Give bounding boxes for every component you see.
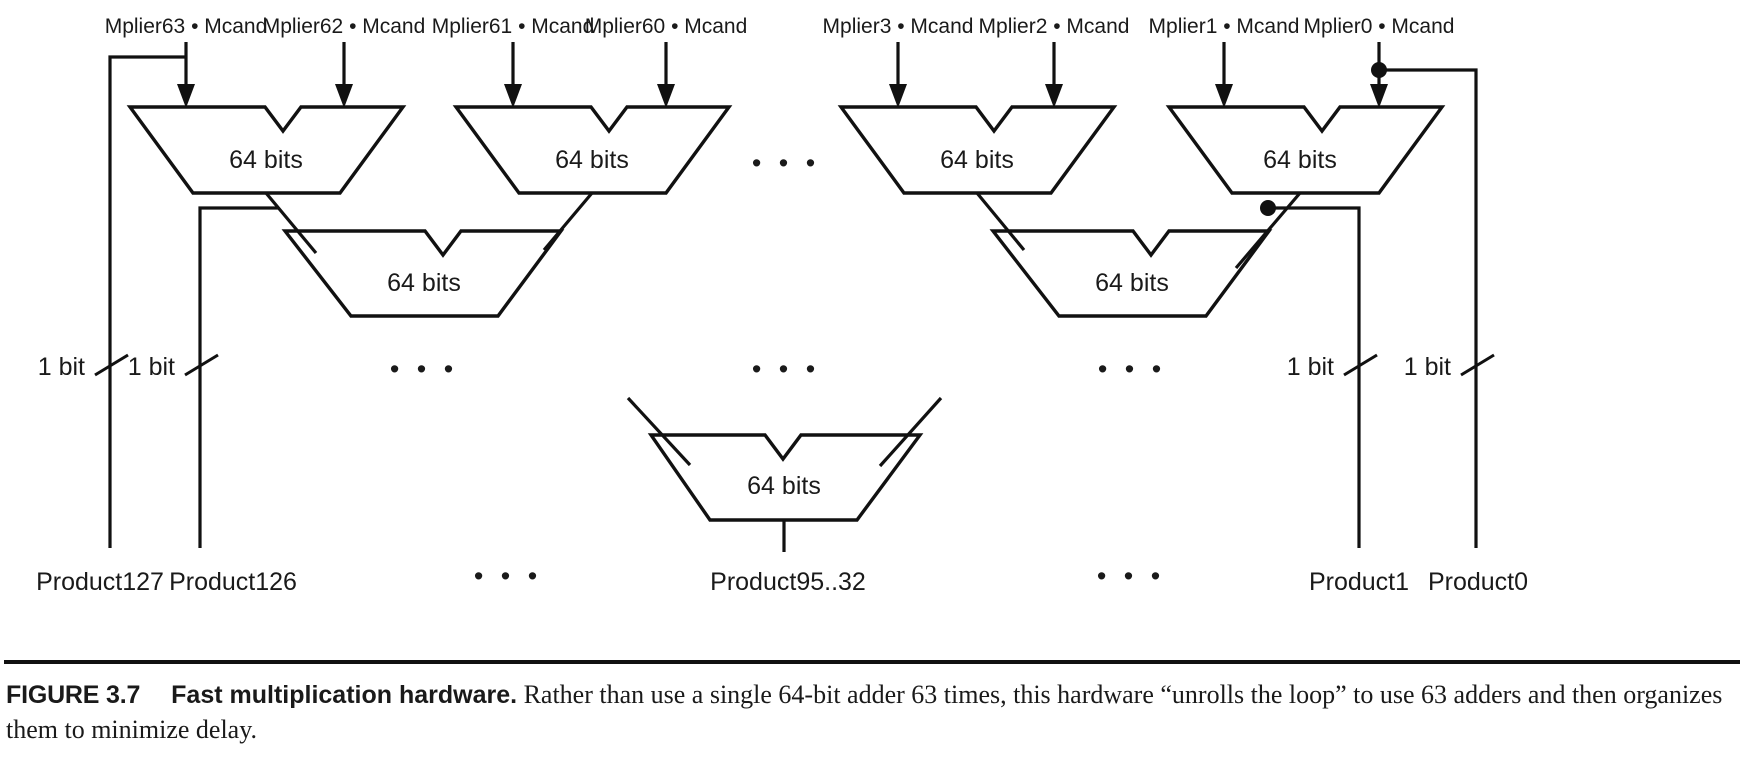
ellipsis-mid-right: • • • — [1098, 354, 1166, 384]
fast-multiplication-diagram: Mplier63 • Mcand Mplier62 • Mcand Mplier… — [36, 15, 1528, 596]
input-arrow-mplier62 — [335, 42, 353, 108]
input-label-mplier1: Mplier1 • Mcand — [1149, 15, 1300, 38]
adder-l3-label: 64 bits — [747, 472, 821, 500]
adder-l2-a[interactable]: 64 bits — [281, 229, 565, 318]
output-label-product95-32: Product95..32 — [710, 568, 866, 596]
junction-dot-adder-l1-d-out — [1260, 200, 1276, 216]
input-arrow-mplier63 — [177, 42, 195, 108]
adder-l1-d-label: 64 bits — [1263, 146, 1337, 174]
output-label-product0: Product0 — [1428, 568, 1528, 596]
ellipsis-bottom-left: • • • — [474, 561, 542, 591]
input-label-mplier61: Mplier61 • Mcand — [432, 15, 595, 38]
adder-l1-c-label: 64 bits — [940, 146, 1014, 174]
input-label-mplier62: Mplier62 • Mcand — [263, 15, 426, 38]
adder-l1-a[interactable]: 64 bits — [126, 105, 407, 195]
adder-l2-b[interactable]: 64 bits — [989, 229, 1273, 318]
wire-l1a-to-l2a — [264, 191, 318, 255]
wire-l2a-to-l3 — [626, 396, 692, 467]
bit-label-p1: 1 bit — [1287, 353, 1334, 381]
figure-caption-block: FIGURE 3.7 Fast multiplication hardware.… — [0, 660, 1744, 748]
branch-wire-product126 — [198, 206, 279, 548]
ellipsis-bottom-right: • • • — [1097, 561, 1165, 591]
adder-l2-b-label: 64 bits — [1095, 269, 1169, 297]
junction-dot-mplier0 — [1371, 62, 1387, 78]
adder-l1-b[interactable]: 64 bits — [452, 105, 733, 195]
input-arrow-mplier1 — [1215, 42, 1233, 108]
figure-container: Mplier63 • Mcand Mplier62 • Mcand Mplier… — [0, 0, 1744, 780]
ellipsis-mid-center: • • • — [752, 354, 820, 384]
adder-l3[interactable]: 64 bits — [647, 433, 924, 522]
input-label-mplier60: Mplier60 • Mcand — [585, 15, 748, 38]
input-arrow-mplier3 — [889, 42, 907, 108]
input-arrow-mplier2 — [1045, 42, 1063, 108]
bit-label-p0: 1 bit — [1404, 353, 1451, 381]
output-label-product1: Product1 — [1309, 568, 1409, 596]
figure-title: Fast multiplication hardware. — [171, 681, 518, 709]
adder-l1-a-label: 64 bits — [229, 146, 303, 174]
adder-l1-c[interactable]: 64 bits — [837, 105, 1118, 195]
input-label-mplier3: Mplier3 • Mcand — [823, 15, 974, 38]
wire-l1b-to-l2a — [542, 191, 594, 252]
input-arrow-mplier61 — [504, 42, 522, 108]
input-label-mplier0: Mplier0 • Mcand — [1304, 15, 1455, 38]
figure-caption: FIGURE 3.7 Fast multiplication hardware.… — [0, 664, 1744, 748]
bit-label-p127: 1 bit — [38, 353, 85, 381]
wire-l2b-to-l3 — [878, 396, 943, 468]
adder-l1-d[interactable]: 64 bits — [1165, 105, 1446, 195]
figure-number: FIGURE 3.7 — [6, 681, 141, 709]
output-label-product126: Product126 — [169, 568, 297, 596]
ellipsis-top-mid: • • • — [752, 148, 820, 178]
adder-l1-b-label: 64 bits — [555, 146, 629, 174]
adder-l2-a-label: 64 bits — [387, 269, 461, 297]
input-arrow-mplier60 — [657, 42, 675, 108]
input-label-mplier63: Mplier63 • Mcand — [105, 15, 268, 38]
input-label-mplier2: Mplier2 • Mcand — [979, 15, 1130, 38]
output-label-product127: Product127 — [36, 568, 164, 596]
ellipsis-mid-left: • • • — [390, 354, 458, 384]
bit-label-p126: 1 bit — [128, 353, 175, 381]
